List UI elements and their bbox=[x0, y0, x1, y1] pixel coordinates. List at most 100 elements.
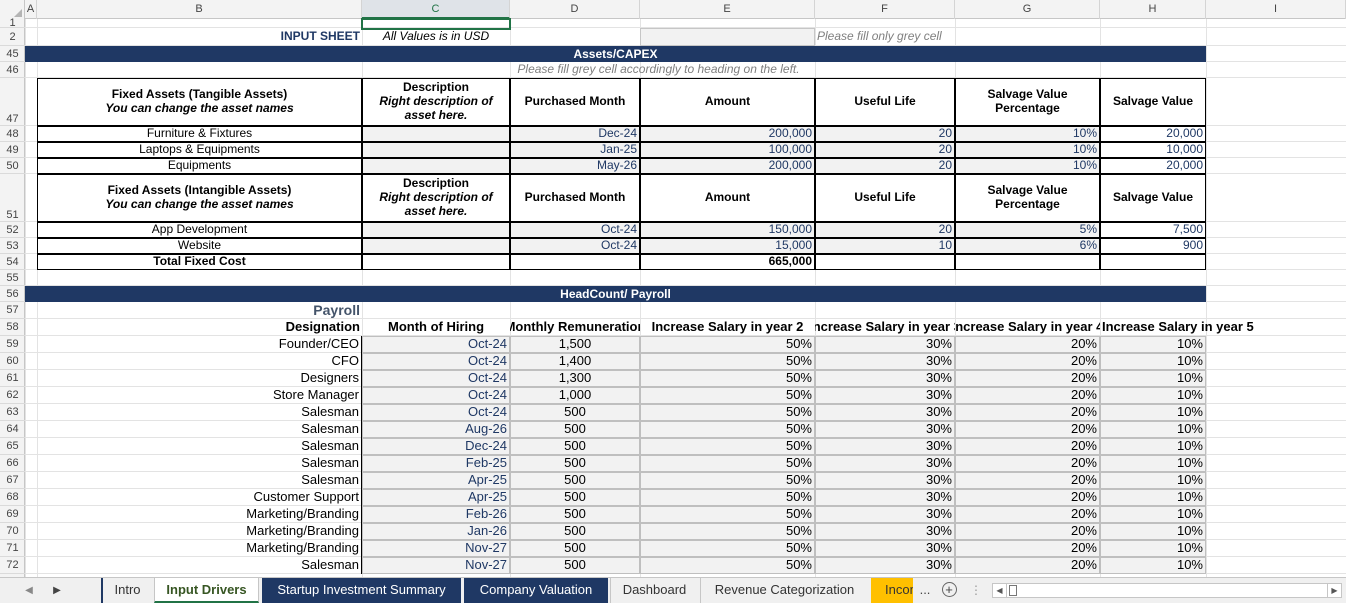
remuneration-input[interactable]: 500 bbox=[510, 557, 640, 574]
asset-life-input[interactable]: 20 bbox=[815, 142, 955, 158]
increase-y3-input[interactable]: 30% bbox=[815, 472, 955, 489]
row-header[interactable]: 68 bbox=[0, 489, 25, 506]
increase-y2-input[interactable]: 50% bbox=[640, 387, 815, 404]
increase-y3-input[interactable]: 30% bbox=[815, 455, 955, 472]
tab-income[interactable]: Income bbox=[871, 578, 913, 603]
total-empty-cell[interactable] bbox=[815, 254, 955, 270]
row-header[interactable]: 48 bbox=[0, 126, 25, 142]
increase-y4-input[interactable]: 20% bbox=[955, 506, 1100, 523]
values-note[interactable]: All Values is in USD bbox=[362, 28, 510, 46]
column-header-g[interactable]: G bbox=[955, 0, 1100, 19]
designation-cell[interactable]: Marketing/Branding bbox=[37, 506, 362, 523]
designation-header[interactable]: Designation bbox=[37, 319, 362, 336]
horizontal-scrollbar[interactable]: ◀ ▶ bbox=[992, 583, 1342, 598]
asset-name-cell[interactable]: Furniture & Fixtures bbox=[37, 126, 362, 142]
column-header-e[interactable]: E bbox=[640, 0, 815, 19]
remuneration-input[interactable]: 500 bbox=[510, 523, 640, 540]
row-header[interactable]: 71 bbox=[0, 540, 25, 557]
increase-y2-input[interactable]: 50% bbox=[640, 421, 815, 438]
asset-life-input[interactable]: 20 bbox=[815, 126, 955, 142]
input-sheet-label[interactable]: INPUT SHEET bbox=[37, 28, 362, 46]
useful-life-header[interactable]: Useful Life bbox=[815, 174, 955, 222]
purchased-month-header[interactable]: Purchased Month bbox=[510, 174, 640, 222]
asset-name-cell[interactable]: Laptops & Equipments bbox=[37, 142, 362, 158]
designation-cell[interactable]: Salesman bbox=[37, 421, 362, 438]
salvage-value-header[interactable]: Salvage Value bbox=[1100, 78, 1206, 126]
increase-y5-input[interactable]: 10% bbox=[1100, 540, 1206, 557]
increase-y5-input[interactable]: 10% bbox=[1100, 353, 1206, 370]
increase-y2-input[interactable]: 50% bbox=[640, 472, 815, 489]
row-header[interactable]: 59 bbox=[0, 336, 25, 353]
row-header[interactable]: 69 bbox=[0, 506, 25, 523]
row-header[interactable]: 72 bbox=[0, 557, 25, 574]
column-header-f[interactable]: F bbox=[815, 0, 955, 19]
increase-y4-input[interactable]: 20% bbox=[955, 523, 1100, 540]
row-header[interactable]: 47 bbox=[0, 78, 25, 126]
remuneration-input[interactable]: 500 bbox=[510, 540, 640, 557]
designation-cell[interactable]: Founder/CEO bbox=[37, 336, 362, 353]
designation-cell[interactable]: Marketing/Branding bbox=[37, 523, 362, 540]
increase-y2-input[interactable]: 50% bbox=[640, 370, 815, 387]
remuneration-input[interactable]: 1,300 bbox=[510, 370, 640, 387]
remuneration-input[interactable]: 1,000 bbox=[510, 387, 640, 404]
asset-month-input[interactable]: Dec-24 bbox=[510, 126, 640, 142]
row-header[interactable]: 56 bbox=[0, 286, 25, 302]
row-header[interactable]: 61 bbox=[0, 370, 25, 387]
asset-month-input[interactable]: May-26 bbox=[510, 158, 640, 174]
increase-y5-input[interactable]: 10% bbox=[1100, 370, 1206, 387]
designation-cell[interactable]: Salesman bbox=[37, 438, 362, 455]
asset-salvage-pct-input[interactable]: 5% bbox=[955, 222, 1100, 238]
remuneration-input[interactable]: 500 bbox=[510, 489, 640, 506]
column-header-a[interactable]: A bbox=[25, 0, 37, 19]
tab-revenue-categorization[interactable]: Revenue Categorization bbox=[700, 578, 868, 603]
purchased-month-header[interactable]: Purchased Month bbox=[510, 78, 640, 126]
asset-month-input[interactable]: Oct-24 bbox=[510, 222, 640, 238]
increase-y3-input[interactable]: 30% bbox=[815, 336, 955, 353]
increase-y4-input[interactable]: 20% bbox=[955, 421, 1100, 438]
designation-cell[interactable]: Designers bbox=[37, 370, 362, 387]
row-header[interactable]: 65 bbox=[0, 438, 25, 455]
scroll-thumb[interactable] bbox=[1009, 585, 1017, 596]
increase-y5-input[interactable]: 10% bbox=[1100, 421, 1206, 438]
asset-amount-input[interactable]: 150,000 bbox=[640, 222, 815, 238]
increase-y3-input[interactable]: 30% bbox=[815, 421, 955, 438]
month-of-hiring-header[interactable]: Month of Hiring bbox=[362, 319, 510, 336]
salvage-pct-header[interactable]: Salvage Value Percentage bbox=[955, 174, 1100, 222]
increase-y4-input[interactable]: 20% bbox=[955, 387, 1100, 404]
row-header[interactable]: 52 bbox=[0, 222, 25, 238]
asset-salvage-pct-input[interactable]: 10% bbox=[955, 126, 1100, 142]
designation-cell[interactable]: Salesman bbox=[37, 557, 362, 574]
asset-month-input[interactable]: Jan-25 bbox=[510, 142, 640, 158]
description-header[interactable]: Description Right description of asset he… bbox=[362, 78, 510, 126]
increase-y4-input[interactable]: 20% bbox=[955, 404, 1100, 421]
row-header[interactable]: 64 bbox=[0, 421, 25, 438]
increase-y3-input[interactable]: 30% bbox=[815, 353, 955, 370]
useful-life-header[interactable]: Useful Life bbox=[815, 78, 955, 126]
row-header[interactable]: 55 bbox=[0, 270, 25, 286]
salvage-value-header[interactable]: Salvage Value bbox=[1100, 174, 1206, 222]
amount-header[interactable]: Amount bbox=[640, 174, 815, 222]
row-header[interactable]: 49 bbox=[0, 142, 25, 158]
increase-y5-input[interactable]: 10% bbox=[1100, 387, 1206, 404]
asset-life-input[interactable]: 20 bbox=[815, 222, 955, 238]
tab-intro[interactable]: Intro bbox=[101, 578, 152, 603]
designation-cell[interactable]: Salesman bbox=[37, 472, 362, 489]
total-fixed-cost-label[interactable]: Total Fixed Cost bbox=[37, 254, 362, 270]
asset-salvage-value-cell[interactable]: 900 bbox=[1100, 238, 1206, 254]
hiring-month-input[interactable]: Oct-24 bbox=[362, 353, 510, 370]
increase-y4-input[interactable]: 20% bbox=[955, 353, 1100, 370]
designation-cell[interactable]: Marketing/Branding bbox=[37, 540, 362, 557]
row-header[interactable]: 1 bbox=[0, 18, 25, 29]
tab-input-drivers[interactable]: Input Drivers bbox=[154, 578, 259, 603]
row-header[interactable]: 54 bbox=[0, 254, 25, 270]
asset-name-cell[interactable]: Website bbox=[37, 238, 362, 254]
designation-cell[interactable]: Customer Support bbox=[37, 489, 362, 506]
hiring-month-input[interactable]: Feb-26 bbox=[362, 506, 510, 523]
increase-y5-input[interactable]: 10% bbox=[1100, 506, 1206, 523]
amount-header[interactable]: Amount bbox=[640, 78, 815, 126]
scroll-left-arrow-icon[interactable]: ◀ bbox=[993, 584, 1007, 597]
increase-y2-input[interactable]: 50% bbox=[640, 353, 815, 370]
increase-y3-input[interactable]: 30% bbox=[815, 523, 955, 540]
increase-y4-input[interactable]: 20% bbox=[955, 489, 1100, 506]
increase-y3-input[interactable]: 30% bbox=[815, 557, 955, 574]
